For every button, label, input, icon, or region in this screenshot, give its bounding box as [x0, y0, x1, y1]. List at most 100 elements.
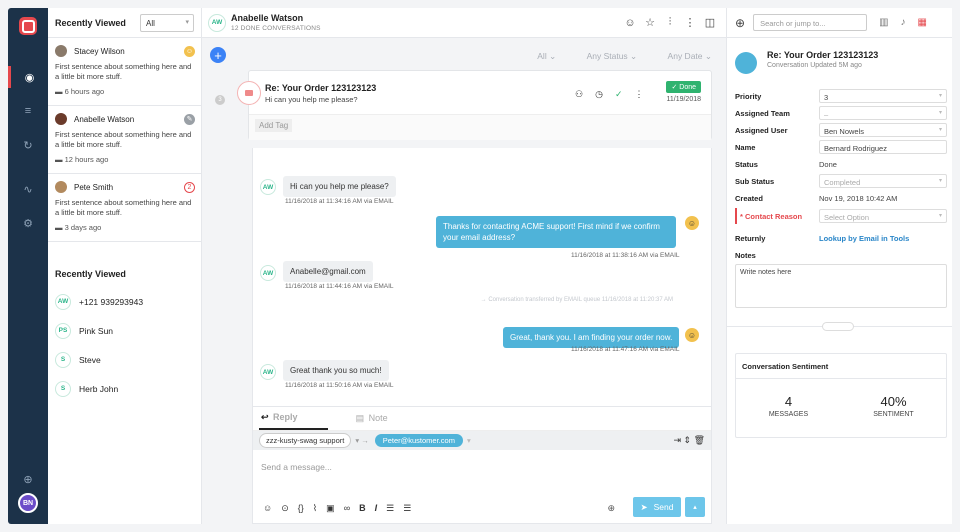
chat-icon: ▬ — [55, 223, 65, 232]
email-icon — [735, 52, 757, 74]
snippet-icon[interactable]: ⊙ — [281, 503, 289, 514]
code-icon[interactable]: {} — [298, 503, 304, 514]
avatar — [55, 45, 67, 57]
avatar: AW — [55, 293, 71, 310]
substatus-select[interactable]: Completed — [819, 174, 947, 188]
list-item[interactable]: Pete Smith 2 First sentence about someth… — [48, 174, 201, 242]
list-item[interactable]: PS Pink Sun — [55, 316, 194, 345]
user-select[interactable]: Ben Nowels — [819, 123, 947, 137]
customer-avatar[interactable]: AW — [208, 13, 226, 32]
add-circle-icon[interactable]: ⊕ — [735, 16, 745, 30]
filter-date[interactable]: Any Date ⌄ — [654, 51, 712, 61]
refresh-icon[interactable]: ↻ — [8, 134, 48, 156]
list-item[interactable]: AW +121 939293943 — [55, 287, 194, 316]
bell-icon[interactable]: ♪ — [901, 17, 906, 28]
chat-icon: ▬ — [55, 87, 65, 96]
message-thread: AW Hi can you help me please? 11/16/2018… — [252, 148, 712, 406]
filter-status[interactable]: Any Status ⌄ — [573, 51, 638, 61]
activity-icon[interactable]: ∿ — [8, 178, 48, 200]
image-icon[interactable]: ▣ — [326, 503, 335, 514]
tab-note[interactable]: ▤ Note — [354, 408, 418, 429]
search-input[interactable]: Search or jump to... — [753, 14, 868, 31]
book-icon[interactable]: ▥ — [879, 17, 888, 28]
panel-toggle-icon[interactable]: ◫ — [700, 16, 720, 29]
gear-icon[interactable]: ⚙ — [8, 212, 48, 234]
merge-icon[interactable]: ⫶ — [660, 16, 680, 29]
ordered-list-icon[interactable]: ☰ — [386, 503, 394, 514]
conversation-time: 6 hours ago — [64, 87, 105, 96]
message-meta: 11/16/2018 at 11:34:16 AM via EMAIL — [285, 198, 394, 205]
message-input[interactable]: Send a message... — [261, 462, 332, 472]
add-button[interactable]: + — [210, 47, 226, 63]
name-field[interactable]: Bernard Rodriguez — [819, 140, 947, 154]
users-icon[interactable]: ⚇ — [575, 89, 583, 100]
star-icon[interactable]: ☆ — [640, 16, 660, 29]
details-panel: ⊕ Search or jump to... ▥ ♪ ▦ Re: Your Or… — [726, 8, 952, 524]
avatar: S — [55, 380, 71, 397]
from-select[interactable]: zzz-kusty-swag support — [259, 433, 352, 448]
sentiment-card: Conversation Sentiment 4 MESSAGES 40% SENT… — [735, 353, 947, 438]
format-toolbar: ☺ ⊙ {} ⌇ ▣ ∞ B I ☰ ☰ — [263, 503, 411, 514]
add-tag-input[interactable]: Add Tag — [255, 119, 293, 132]
notes-textarea[interactable]: Write notes here — [735, 264, 947, 308]
top-bar: ⊕ Search or jump to... ▥ ♪ ▦ — [727, 8, 952, 38]
contact-reason-select[interactable]: Select Option — [819, 209, 947, 223]
list-filter-select[interactable]: All — [140, 13, 194, 32]
user-avatar[interactable]: BN — [18, 493, 38, 513]
conversation-index: 3 — [215, 95, 225, 105]
message-meta: 11/16/2018 at 11:47:16 AM via EMAIL — [571, 346, 680, 353]
chat-icon: ▬ — [55, 155, 65, 164]
list-item[interactable]: S Herb John — [55, 374, 194, 403]
message-meta: 11/16/2018 at 11:50:16 AM via EMAIL — [285, 382, 394, 389]
priority-select[interactable]: 3 — [819, 89, 947, 103]
check-icon[interactable]: ✓ — [615, 89, 623, 100]
expand-icon[interactable]: ⇥ ⇕ 🗑 — [673, 435, 705, 446]
globe-icon[interactable]: ⊕ — [8, 468, 48, 490]
eye-icon[interactable]: ◉ — [8, 66, 48, 88]
conversation-name: Pete Smith — [74, 182, 114, 192]
send-options-button[interactable]: ▴ — [685, 497, 705, 517]
filter-all[interactable]: All ⌄ — [523, 51, 556, 61]
italic-icon[interactable]: I — [375, 503, 378, 514]
list-item[interactable]: Anabelle Watson ✎ First sentence about s… — [48, 106, 201, 174]
created-value: Nov 19, 2018 10:42 AM — [819, 193, 898, 203]
gift-icon[interactable]: ▦ — [918, 17, 927, 28]
tag-row: Add Tag — [249, 114, 711, 140]
sentiment-title: Conversation Sentiment — [736, 354, 946, 379]
bold-icon[interactable]: B — [359, 503, 366, 514]
conversation-preview: First sentence about something here and … — [55, 62, 192, 81]
emoji-icon[interactable]: ☺ — [263, 503, 272, 514]
tab-reply[interactable]: ↩ Reply — [259, 407, 328, 430]
conversation-preview: First sentence about something here and … — [55, 130, 192, 149]
bot-avatar-icon: ☺ — [685, 328, 699, 342]
search-list-icon[interactable]: ≡ — [8, 100, 48, 122]
send-button[interactable]: ➤ Send — [633, 497, 681, 517]
schedule-icon[interactable]: ⊕ — [607, 503, 615, 514]
recent-label: +121 939293943 — [79, 296, 144, 307]
conversation-time: 3 days ago — [64, 223, 102, 232]
to-select[interactable]: Peter@kustomer.com — [374, 434, 463, 447]
field-assigned-user: Assigned User Ben Nowels — [735, 122, 947, 138]
bullet-list-icon[interactable]: ☰ — [403, 503, 411, 514]
more-icon[interactable]: ⋮ — [680, 16, 700, 29]
link-icon[interactable]: ∞ — [344, 503, 350, 514]
profile-icon[interactable]: ☺ — [620, 17, 640, 29]
avatar: AW — [260, 364, 276, 380]
conversation-card[interactable]: Re: Your Order 123123123 Hi can you help… — [237, 70, 712, 140]
avatar: S — [55, 351, 71, 368]
list-item[interactable]: Stacey Wilson ☺ First sentence about som… — [48, 38, 201, 106]
message-bubble: Great thank you so much! — [283, 360, 389, 381]
snooze-icon[interactable]: ◷ — [595, 89, 603, 100]
status-badge[interactable]: ✓ Done — [666, 81, 701, 93]
returnly-link[interactable]: Lookup by Email in Tools — [819, 234, 947, 243]
done-count: 12 DONE CONVERSATIONS — [231, 25, 321, 32]
team-select[interactable]: – — [819, 106, 947, 120]
more-icon[interactable]: ⋮ — [634, 89, 643, 100]
avatar: AW — [260, 265, 276, 281]
conversation-list: Recently Viewed All Stacey Wilson ☺ Firs… — [48, 8, 202, 524]
customer-name[interactable]: Anabelle Watson — [231, 13, 620, 23]
app-logo-icon[interactable] — [19, 17, 37, 35]
list-item[interactable]: S Steve — [55, 345, 194, 374]
attach-icon[interactable]: ⌇ — [313, 503, 317, 514]
resize-handle[interactable] — [822, 322, 854, 331]
